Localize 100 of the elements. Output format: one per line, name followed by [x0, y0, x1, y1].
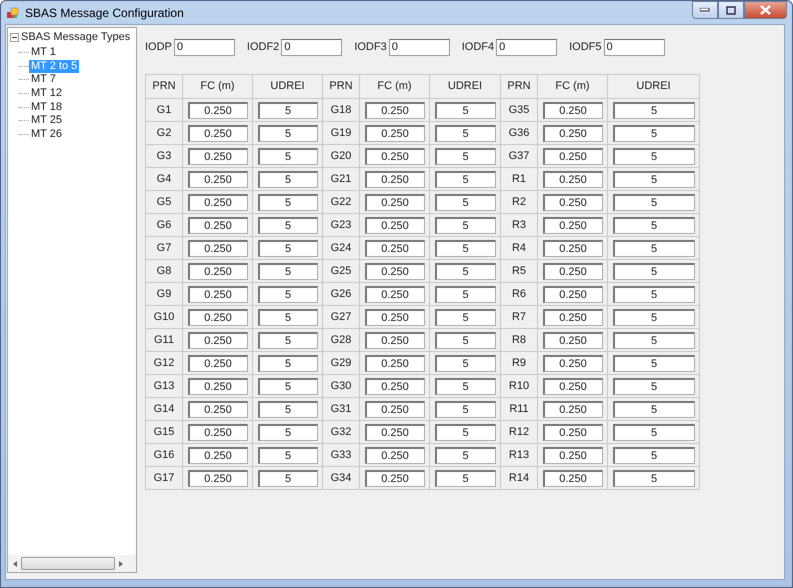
input-field[interactable]: 0.250 [542, 332, 602, 348]
tree-item[interactable]: MT 25 [29, 114, 64, 128]
input-field[interactable]: 5 [612, 194, 694, 210]
input-field[interactable]: 0.250 [542, 194, 602, 210]
input-field[interactable]: 5 [612, 446, 694, 464]
input-field[interactable]: 5 [258, 240, 318, 256]
input-field[interactable]: 5 [434, 332, 496, 348]
input-field[interactable]: 0.250 [188, 286, 248, 302]
collapse-icon[interactable] [10, 33, 19, 42]
input-field[interactable]: 0.250 [188, 240, 248, 256]
input-field[interactable]: 0.250 [364, 470, 424, 486]
input-field[interactable]: 0.250 [188, 332, 248, 348]
input-field[interactable]: 0.250 [542, 308, 602, 326]
input-field[interactable]: 0.250 [542, 354, 602, 372]
input-field[interactable]: 5 [258, 148, 318, 164]
input-field[interactable]: 5 [434, 262, 496, 280]
input-field[interactable]: 0.250 [542, 262, 602, 280]
input-field[interactable]: 5 [434, 240, 496, 256]
input-field[interactable]: 0.250 [188, 194, 248, 210]
input-field[interactable]: 0.250 [188, 170, 248, 188]
input-field[interactable]: 0 [174, 39, 235, 56]
input-field[interactable]: 0 [604, 39, 665, 56]
input-field[interactable]: 5 [434, 124, 496, 142]
input-field[interactable]: 0.250 [364, 148, 424, 164]
input-field[interactable]: 0 [388, 39, 450, 56]
input-field[interactable]: 5 [612, 332, 694, 348]
tree-item[interactable]: MT 12 [29, 87, 64, 100]
input-field[interactable]: 5 [434, 170, 496, 188]
input-field[interactable]: 0.250 [542, 170, 602, 188]
input-field[interactable]: 0.250 [364, 354, 424, 372]
input-field[interactable]: 0.250 [542, 400, 602, 418]
input-field[interactable]: 0.250 [364, 262, 424, 280]
input-field[interactable]: 0.250 [364, 194, 424, 210]
input-field[interactable]: 0.250 [542, 424, 602, 440]
input-field[interactable]: 5 [612, 262, 694, 280]
input-field[interactable]: 0.250 [542, 470, 602, 486]
input-field[interactable]: 5 [258, 378, 318, 394]
input-field[interactable]: 0.250 [364, 446, 424, 464]
input-field[interactable]: 0.250 [364, 308, 424, 326]
input-field[interactable]: 5 [258, 470, 318, 486]
minimize-button[interactable] [692, 1, 718, 19]
input-field[interactable]: 0.250 [542, 216, 602, 234]
input-field[interactable]: 5 [612, 354, 694, 372]
input-field[interactable]: 5 [258, 170, 318, 188]
input-field[interactable]: 0.250 [364, 424, 424, 440]
input-field[interactable]: 0.250 [364, 102, 424, 118]
input-field[interactable]: 0.250 [188, 378, 248, 394]
input-field[interactable]: 5 [612, 470, 694, 486]
input-field[interactable]: 5 [612, 170, 694, 188]
input-field[interactable]: 5 [258, 194, 318, 210]
input-field[interactable]: 0.250 [542, 102, 602, 118]
input-field[interactable]: 5 [612, 378, 694, 394]
input-field[interactable]: 0.250 [542, 286, 602, 302]
tree-item[interactable]: MT 1 [29, 46, 58, 60]
input-field[interactable]: 0.250 [188, 470, 248, 486]
input-field[interactable]: 5 [612, 286, 694, 302]
input-field[interactable]: 0.250 [188, 124, 248, 142]
input-field[interactable]: 5 [258, 124, 318, 142]
input-field[interactable]: 5 [434, 286, 496, 302]
scrollbar-thumb[interactable] [21, 557, 115, 570]
input-field[interactable]: 5 [434, 148, 496, 164]
input-field[interactable]: 5 [612, 308, 694, 326]
tree-item[interactable]: SBAS Message Types [19, 31, 132, 44]
input-field[interactable]: 5 [612, 424, 694, 440]
input-field[interactable]: 5 [434, 194, 496, 210]
input-field[interactable]: 0.250 [542, 124, 602, 142]
input-field[interactable]: 0.250 [188, 216, 248, 234]
input-field[interactable]: 5 [258, 424, 318, 440]
input-field[interactable]: 0.250 [364, 240, 424, 256]
input-field[interactable]: 0.250 [542, 378, 602, 394]
input-field[interactable]: 0.250 [542, 148, 602, 164]
input-field[interactable]: 0.250 [364, 170, 424, 188]
scroll-right-icon[interactable] [117, 560, 125, 568]
input-field[interactable]: 0 [496, 39, 558, 56]
input-field[interactable]: 5 [434, 354, 496, 372]
input-field[interactable]: 0 [281, 39, 342, 56]
input-field[interactable]: 5 [434, 378, 496, 394]
input-field[interactable]: 0.250 [364, 400, 424, 418]
input-field[interactable]: 5 [258, 262, 318, 280]
tree-item[interactable]: MT 26 [29, 128, 64, 141]
input-field[interactable]: 5 [434, 470, 496, 486]
input-field[interactable]: 5 [258, 216, 318, 234]
input-field[interactable]: 5 [434, 424, 496, 440]
input-field[interactable]: 5 [258, 102, 318, 118]
input-field[interactable]: 5 [258, 354, 318, 372]
input-field[interactable]: 0.250 [542, 446, 602, 464]
input-field[interactable]: 5 [258, 308, 318, 326]
input-field[interactable]: 5 [612, 124, 694, 142]
scroll-left-icon[interactable] [11, 560, 19, 568]
input-field[interactable]: 5 [258, 286, 318, 302]
input-field[interactable]: 0.250 [188, 308, 248, 326]
input-field[interactable]: 5 [434, 102, 496, 118]
input-field[interactable]: 0.250 [188, 148, 248, 164]
input-field[interactable]: 5 [434, 446, 496, 464]
input-field[interactable]: 0.250 [364, 332, 424, 348]
close-button[interactable] [744, 1, 787, 19]
input-field[interactable]: 5 [258, 332, 318, 348]
tree-item[interactable]: MT 7 [29, 73, 58, 86]
input-field[interactable]: 0.250 [188, 354, 248, 372]
input-field[interactable]: 0.250 [188, 262, 248, 280]
